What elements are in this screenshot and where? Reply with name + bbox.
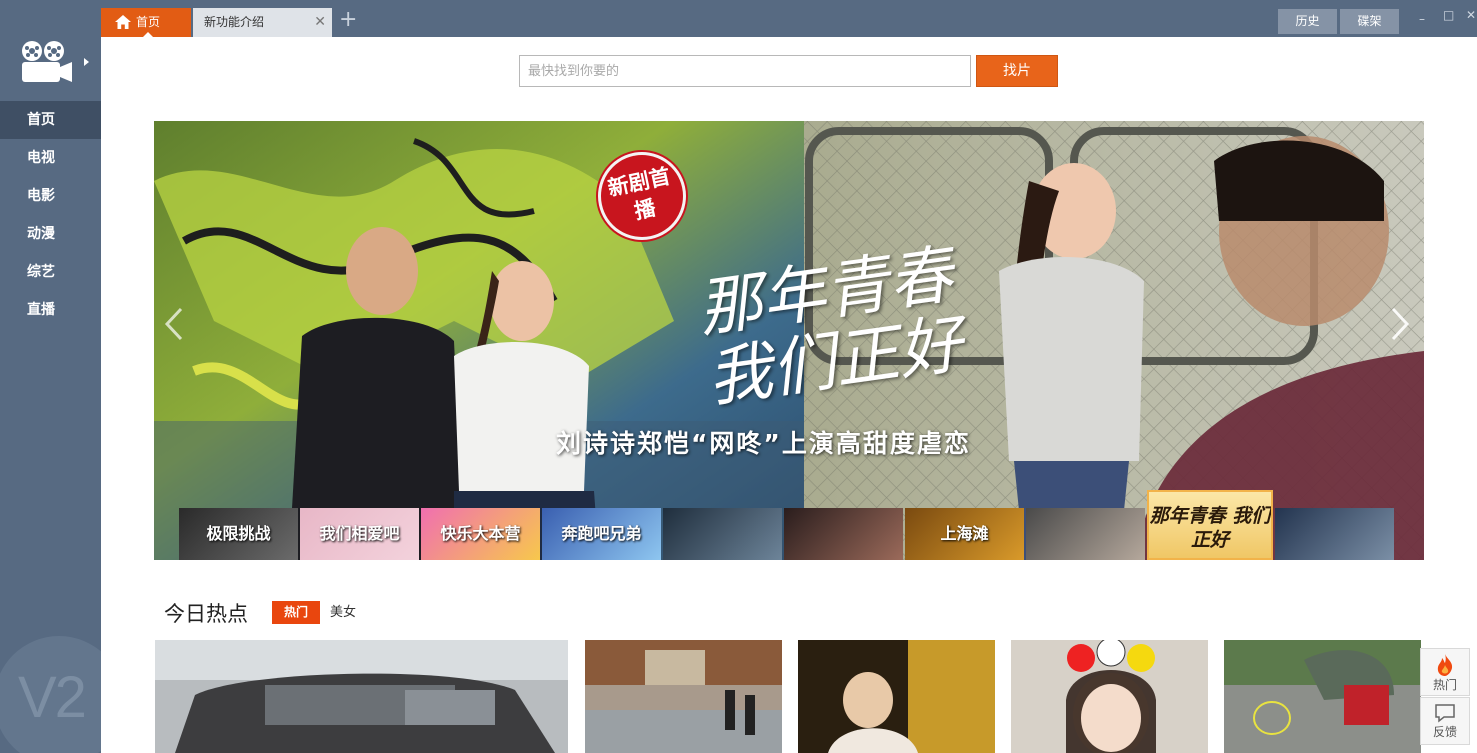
video-card[interactable] (1011, 640, 1208, 753)
tab-home[interactable]: 首页 (101, 8, 191, 37)
floating-feedback-label: 反馈 (1432, 725, 1457, 739)
sidebar-item-movie[interactable]: 电影 (0, 177, 101, 215)
video-card[interactable] (798, 640, 995, 753)
thumbnail-label (784, 508, 903, 560)
featured-banner[interactable]: 新剧首播 那年青春 我们正好 刘诗诗郑恺“网咚”上演高甜度虐恋 极限挑战 我们相… (154, 121, 1424, 560)
video-thumbnail (1011, 640, 1208, 753)
thumbnail-label: 奔跑吧兄弟 (561, 524, 642, 543)
logo-menu-arrow-icon[interactable] (84, 58, 89, 66)
chevron-left-icon[interactable] (164, 307, 184, 341)
section-title-hot-today: 今日热点 (164, 602, 248, 626)
tab-label: 新功能介绍 (204, 15, 265, 29)
tab-beauty[interactable]: 美女 (330, 601, 356, 624)
banner-thumbnail-active[interactable]: 那年青春 我们正好 (1147, 490, 1273, 560)
video-thumbnail (798, 640, 995, 753)
sidebar-item-tv[interactable]: 电视 (0, 139, 101, 177)
banner-thumbnail[interactable] (1275, 508, 1394, 560)
flame-icon (1437, 654, 1453, 676)
version-watermark: V2 (18, 665, 87, 730)
minimize-button[interactable]: – (1419, 12, 1425, 26)
banner-thumbnail[interactable]: 极限挑战 (179, 508, 298, 560)
thumbnail-label (663, 508, 782, 560)
floating-feedback-button[interactable]: 反馈 (1420, 697, 1470, 745)
search-button[interactable]: 找片 (976, 55, 1058, 87)
banner-thumbnail[interactable]: 上海滩 (905, 508, 1024, 560)
search-input[interactable] (519, 55, 971, 87)
banner-thumbnail[interactable] (663, 508, 782, 560)
speech-bubble-icon (1435, 704, 1455, 723)
thumbnail-label (1026, 508, 1145, 560)
video-card[interactable] (585, 640, 782, 753)
thumbnail-label (1275, 508, 1394, 560)
video-thumbnail (155, 640, 568, 753)
close-window-button[interactable]: ✕ (1466, 8, 1476, 22)
video-thumbnail (585, 640, 782, 753)
chevron-right-icon[interactable] (1390, 307, 1410, 341)
top-bar: 首页 新功能介绍 ✕ + 历史 碟架 – □ ✕ (101, 0, 1477, 37)
sidebar-item-anime[interactable]: 动漫 (0, 215, 101, 253)
banner-thumbnail[interactable]: 我们相爱吧 (300, 508, 419, 560)
home-icon (115, 15, 131, 29)
thumbnail-label: 上海滩 (940, 524, 989, 543)
banner-thumbnail[interactable] (1026, 508, 1145, 560)
maximize-button[interactable]: □ (1443, 8, 1454, 22)
film-camera-icon[interactable] (20, 40, 74, 86)
floating-hot-button[interactable]: 热门 (1420, 648, 1470, 696)
history-button[interactable]: 历史 (1278, 9, 1337, 34)
sidebar-nav: 首页 电视 电影 动漫 综艺 直播 (0, 101, 101, 329)
tab-hot[interactable]: 热门 (272, 601, 320, 624)
banner-subtitle: 刘诗诗郑恺“网咚”上演高甜度虐恋 (556, 429, 971, 458)
banner-thumbnail[interactable] (784, 508, 903, 560)
video-thumbnail (1224, 640, 1421, 753)
thumbnail-label: 极限挑战 (206, 524, 271, 543)
tab-label: 首页 (136, 15, 161, 29)
thumbnail-label: 我们相爱吧 (319, 524, 400, 543)
thumbnail-label: 快乐大本营 (440, 524, 521, 543)
video-card[interactable] (1224, 640, 1421, 753)
banner-thumbnail-strip: 极限挑战 我们相爱吧 快乐大本营 奔跑吧兄弟 上海滩 那年青春 我们正好 (179, 490, 1394, 560)
sidebar: 首页 电视 电影 动漫 综艺 直播 V2 (0, 0, 101, 753)
banner-thumbnail[interactable]: 快乐大本营 (421, 508, 540, 560)
tab-new-features[interactable]: 新功能介绍 ✕ (193, 8, 332, 37)
disc-shelf-button[interactable]: 碟架 (1340, 9, 1399, 34)
floating-hot-label: 热门 (1432, 678, 1457, 692)
thumbnail-label: 那年青春 我们正好 (1149, 505, 1271, 551)
video-card[interactable] (155, 640, 568, 753)
sidebar-item-variety[interactable]: 综艺 (0, 253, 101, 291)
close-icon[interactable]: ✕ (314, 8, 326, 37)
banner-thumbnail[interactable]: 奔跑吧兄弟 (542, 508, 661, 560)
sidebar-item-home[interactable]: 首页 (0, 101, 101, 139)
add-tab-button[interactable]: + (339, 6, 357, 34)
sidebar-item-live[interactable]: 直播 (0, 291, 101, 329)
